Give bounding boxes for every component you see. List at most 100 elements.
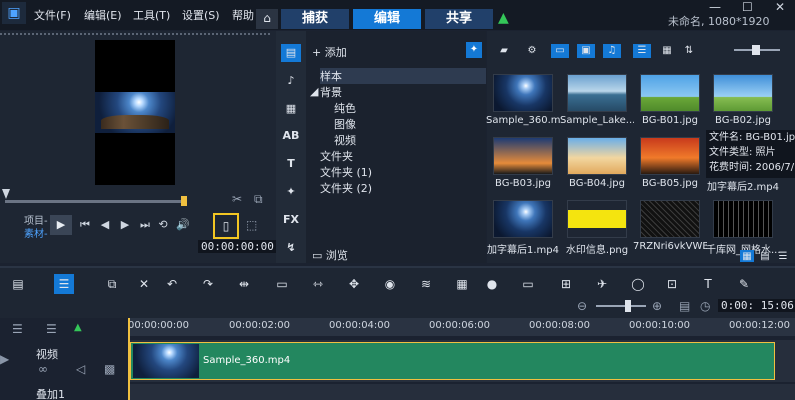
ripple-edit-icon[interactable]: ⇿ [308,274,328,294]
volume-icon[interactable]: 🔊 [176,218,190,232]
tree-item-image[interactable]: 图像 [334,116,356,132]
menu-tools[interactable]: 工具(T) [133,7,170,23]
tree-item-folder-1[interactable]: 文件夹 (1) [320,164,372,180]
fit-to-window-icon[interactable]: ⇹ [234,274,254,294]
tools-icon[interactable]: ✕ [134,274,154,294]
home-start-icon[interactable]: ⏮ [78,218,92,232]
paint-icon[interactable]: ✎ [734,274,754,294]
list-view-icon[interactable]: ☰ [633,44,651,58]
track-manager-icon[interactable]: ⧉ [102,274,122,294]
resize-icon[interactable]: ▭ [272,274,292,294]
media-thumb[interactable] [567,74,627,112]
show-audio-icon[interactable]: ♫ [603,44,621,58]
zoom-knob[interactable] [625,300,631,312]
motion-tracking-icon[interactable]: ✈ [592,274,612,294]
overlay-track[interactable] [128,384,795,400]
menu-edit[interactable]: 编辑(E) [84,7,122,23]
upload-arrow-icon[interactable]: ▲ [498,10,512,26]
undo-icon[interactable]: ↶ [162,274,182,294]
audio-note-icon[interactable]: ♪ [281,72,301,90]
home-icon[interactable]: ⌂ [256,9,278,29]
filter-fx-icon[interactable]: FX [281,211,301,229]
move-icon[interactable]: ✥ [344,274,364,294]
add-button[interactable]: + 添加 [312,44,347,60]
minimize-icon[interactable]: — [709,0,721,14]
end-icon[interactable]: ⏭ [138,218,152,232]
close-icon[interactable]: ✕ [775,0,785,14]
menu-file[interactable]: 文件(F) [34,7,71,23]
tab-edit[interactable]: 编辑 [353,9,421,29]
tree-item-video[interactable]: 视频 [334,132,356,148]
zoom-in-icon[interactable]: ⊕ [652,299,662,313]
timeline-view-icon[interactable]: ☰ [54,274,74,294]
folder-icon[interactable]: ▰ [495,44,513,58]
grid-view-icon[interactable]: ▦ [740,250,754,262]
menu-help[interactable]: 帮助 [232,7,254,23]
list-mode-icon[interactable]: ▤ [758,250,772,262]
3d-title-icon[interactable]: T [698,274,718,294]
add-track-icon[interactable]: ☰ [46,322,57,336]
path-icon[interactable]: ↯ [281,239,301,257]
tree-item-folder-2[interactable]: 文件夹 (2) [320,180,372,196]
media-thumb[interactable] [640,200,700,238]
phone-aspect-icon[interactable]: ▯ [213,213,239,239]
grid-icon[interactable]: ▩ [104,362,115,376]
browse-button[interactable]: ▭ 浏览 [312,247,348,263]
media-thumb[interactable] [640,137,700,175]
mark-out-handle[interactable] [181,196,187,206]
menu-settings[interactable]: 设置(S) [182,7,220,23]
graphics-icon[interactable]: ✦ [281,183,301,201]
project-duration[interactable]: 0:00: 15:06 [718,299,795,312]
mask-icon[interactable]: ◯ [628,274,648,294]
title-t-icon[interactable]: T [281,155,301,173]
repeat-icon[interactable]: ⟲ [156,218,170,232]
media-thumb[interactable] [493,137,553,175]
tree-item-sample[interactable]: 样本 [320,68,486,84]
fit-project-icon[interactable]: ▤ [679,299,690,313]
media-thumb[interactable] [567,137,627,175]
tree-expand-icon[interactable]: ◢ [310,85,318,98]
split-scissors-icon[interactable]: ✂ [232,192,242,206]
play-button[interactable]: ▶ [50,215,72,235]
tree-item-solid[interactable]: 纯色 [334,100,356,116]
screen-record-icon[interactable]: ⊡ [662,274,682,294]
thumb-size-knob[interactable] [752,45,760,55]
subtitle-icon[interactable]: ▭ [518,274,538,294]
previous-frame-icon[interactable]: ◀ [98,218,112,232]
tree-item-folder[interactable]: 文件夹 [320,148,353,164]
detail-view-icon[interactable]: ☰ [776,250,790,262]
mute-icon[interactable]: ◁ [76,362,85,376]
redo-icon[interactable]: ↷ [198,274,218,294]
settings-icon[interactable]: ⚙ [523,44,541,58]
multi-camera-icon[interactable]: ⊞ [556,274,576,294]
up-arrow-icon[interactable]: ▲ [74,322,82,333]
player-timecode[interactable]: 00:00:00:00 [198,240,277,253]
thumbnail-view-icon[interactable]: ▦ [658,44,676,58]
audio-waveform-icon[interactable]: ≋ [416,274,436,294]
media-thumb[interactable] [493,200,553,238]
media-thumb[interactable] [713,74,773,112]
instant-project-icon[interactable]: ▦ [281,100,301,118]
next-frame-icon[interactable]: ▶ [118,218,132,232]
blend-icon[interactable]: ● [482,274,502,294]
pin-icon[interactable]: ✦ [466,42,482,58]
media-icon[interactable]: ▤ [281,44,301,62]
zoom-slider[interactable] [596,305,646,307]
maximize-icon[interactable]: ☐ [742,0,753,14]
tab-capture[interactable]: 捕获 [281,9,349,29]
link-icon[interactable]: ∞ [38,362,48,376]
mode-clip[interactable]: 素材- [24,225,48,240]
tree-item-background[interactable]: 背景 [320,84,342,100]
media-thumb[interactable] [713,200,773,238]
film-icon[interactable]: ▦ [452,274,472,294]
show-video-icon[interactable]: ▭ [551,44,569,58]
media-thumb[interactable] [640,74,700,112]
zoom-out-icon[interactable]: ⊖ [577,299,587,313]
color-correction-icon[interactable]: ◉ [380,274,400,294]
playhead[interactable] [128,318,130,400]
enlarge-icon[interactable]: ⧉ [254,192,263,207]
show-photo-icon[interactable]: ▣ [577,44,595,58]
scrubber-track[interactable] [5,200,185,203]
media-thumb[interactable] [493,74,553,112]
tab-share[interactable]: 共享 [425,9,493,29]
